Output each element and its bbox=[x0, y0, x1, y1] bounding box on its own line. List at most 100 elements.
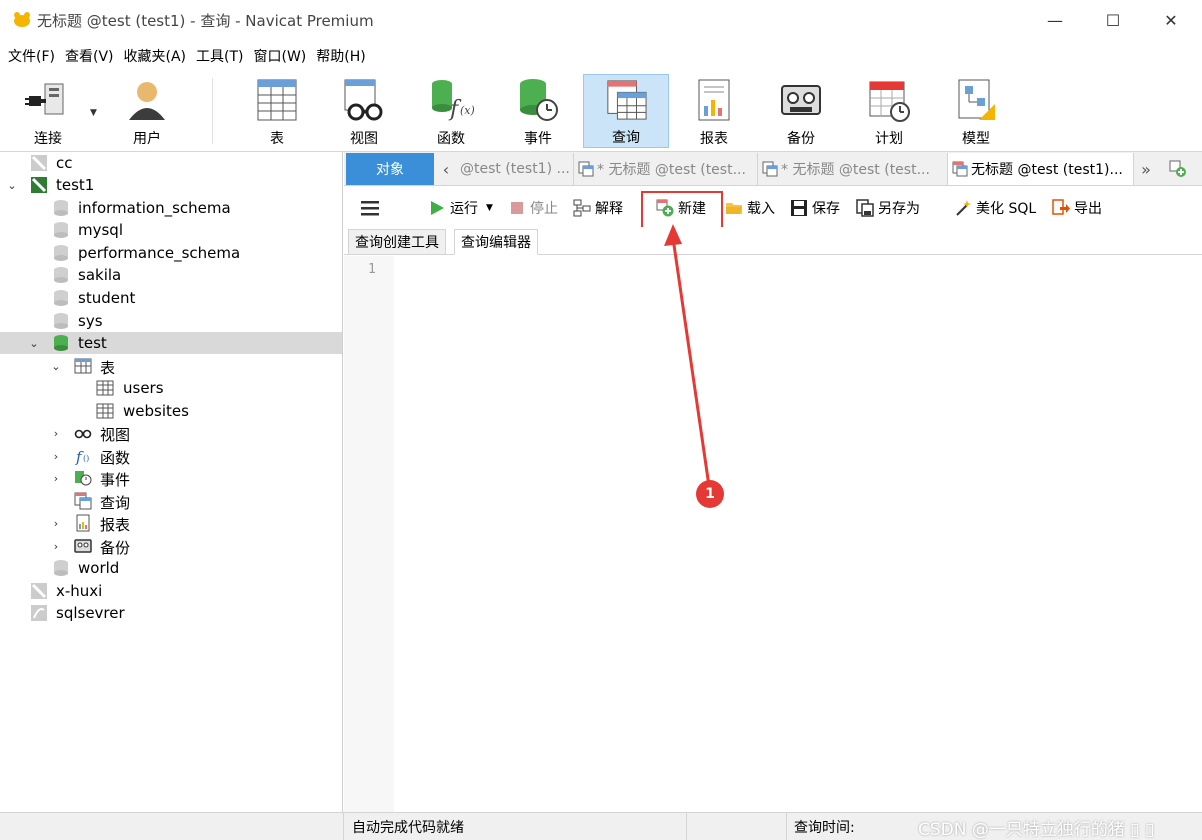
user-icon bbox=[129, 82, 165, 120]
chevron-down-icon[interactable]: ⌄ bbox=[6, 174, 18, 196]
new-query-label: 新建 bbox=[678, 201, 706, 217]
tree-label-test1: test1 bbox=[56, 176, 95, 194]
tab-query-editor[interactable]: 查询编辑器 bbox=[454, 229, 538, 255]
tree-item-reports[interactable]: › 报表 bbox=[0, 512, 342, 534]
function-icon: f (x) bbox=[432, 80, 474, 122]
menu-view[interactable]: 查看(V) bbox=[63, 46, 116, 66]
status-divider bbox=[343, 813, 344, 840]
menu-bar: 文件(F) 查看(V) 收藏夹(A) 工具(T) 窗口(W) 帮助(H) bbox=[0, 40, 1202, 72]
tree-item-student[interactable]: student bbox=[0, 287, 342, 309]
view-label: 视图 bbox=[350, 131, 378, 147]
play-icon bbox=[431, 201, 444, 215]
tree-item-x-huxi[interactable]: x-huxi bbox=[0, 580, 342, 602]
tree-item-world[interactable]: world bbox=[0, 557, 342, 579]
tree-item-websites[interactable]: websites bbox=[0, 400, 342, 422]
schedule-label: 计划 bbox=[875, 131, 903, 147]
tree-item-performance-schema[interactable]: performance_schema bbox=[0, 242, 342, 264]
run-dropdown-icon[interactable]: ▼ bbox=[486, 203, 493, 213]
menu-tools[interactable]: 工具(T) bbox=[194, 46, 245, 66]
cassette-icon bbox=[74, 539, 92, 553]
function-label: 函数 bbox=[437, 131, 465, 147]
report-button[interactable]: 报表 bbox=[671, 74, 757, 148]
menu-window[interactable]: 窗口(W) bbox=[252, 46, 309, 66]
tree-item-information-schema[interactable]: information_schema bbox=[0, 197, 342, 219]
chevron-down-icon[interactable]: ⌄ bbox=[28, 332, 40, 354]
close-button[interactable]: ✕ bbox=[1142, 0, 1200, 40]
user-button[interactable]: 用户 bbox=[104, 74, 190, 148]
connect-dropdown-icon[interactable]: ▼ bbox=[90, 108, 97, 118]
tree-item-tables[interactable]: ⌄ 表 bbox=[0, 355, 342, 377]
title-bar: 无标题 @test (test1) - 查询 - Navicat Premium… bbox=[0, 0, 1202, 40]
database-icon bbox=[54, 200, 68, 216]
tree-item-sakila[interactable]: sakila bbox=[0, 264, 342, 286]
chevron-right-icon[interactable]: › bbox=[50, 422, 62, 444]
export-button[interactable]: 导出 bbox=[1052, 195, 1102, 221]
chevron-right-icon[interactable]: › bbox=[50, 467, 62, 489]
tree-item-sqlsevrer[interactable]: sqlsevrer bbox=[0, 602, 342, 624]
save-button[interactable]: 保存 bbox=[790, 195, 840, 221]
schedule-button[interactable]: 计划 bbox=[846, 74, 932, 148]
tab-query-1[interactable]: @test (test1) ... bbox=[456, 153, 574, 185]
query-button[interactable]: 查询 bbox=[583, 74, 669, 148]
tree-item-backups[interactable]: › 备份 bbox=[0, 535, 342, 557]
query-panel: 对象 ‹ @test (test1) ... * 无标题 @test (test… bbox=[344, 152, 1202, 812]
explain-button[interactable]: 解释 bbox=[573, 195, 623, 221]
minimize-button[interactable]: — bbox=[1026, 0, 1084, 40]
connection-active-icon bbox=[31, 177, 47, 193]
report-icon bbox=[698, 79, 730, 121]
table-icon bbox=[96, 380, 114, 396]
tab-query-builder[interactable]: 查询创建工具 bbox=[348, 229, 446, 255]
menu-file[interactable]: 文件(F) bbox=[6, 46, 57, 66]
view-button[interactable]: 视图 bbox=[321, 74, 407, 148]
backup-button[interactable]: 备份 bbox=[758, 74, 844, 148]
sql-editor[interactable]: 1 bbox=[344, 256, 1202, 812]
tab-query-3[interactable]: * 无标题 @test (test... bbox=[758, 153, 948, 185]
tree-item-sys[interactable]: sys bbox=[0, 310, 342, 332]
sqlserver-connection-icon bbox=[31, 605, 47, 621]
watermark: CSDN @一只特立独行的猪 ▯ ▯ bbox=[918, 819, 1155, 840]
event-button[interactable]: 事件 bbox=[495, 74, 581, 148]
connect-label: 连接 bbox=[34, 131, 62, 147]
tree-item-test[interactable]: ⌄ test bbox=[0, 332, 342, 354]
connect-button[interactable]: 连接 bbox=[8, 74, 88, 148]
tree-item-events[interactable]: › 事件 bbox=[0, 467, 342, 489]
beautify-sql-button[interactable]: 美化 SQL bbox=[954, 195, 1036, 221]
tree-item-cc[interactable]: cc bbox=[0, 152, 342, 174]
svg-text:(x): (x) bbox=[460, 104, 474, 117]
tree-item-users[interactable]: users bbox=[0, 377, 342, 399]
tab-objects[interactable]: 对象 bbox=[346, 153, 434, 185]
chevron-left-icon[interactable]: ‹ bbox=[436, 154, 456, 184]
tree-item-mysql[interactable]: mysql bbox=[0, 219, 342, 241]
table-button[interactable]: 表 bbox=[234, 74, 320, 148]
new-tab-icon[interactable] bbox=[1164, 154, 1192, 184]
chevron-right-icon[interactable]: › bbox=[50, 535, 62, 557]
tab-query-2[interactable]: * 无标题 @test (test... bbox=[574, 153, 758, 185]
chevron-down-icon[interactable]: ⌄ bbox=[50, 355, 62, 377]
chevron-double-right-icon[interactable]: » bbox=[1136, 154, 1156, 184]
menu-help[interactable]: 帮助(H) bbox=[314, 46, 367, 66]
tree-item-views[interactable]: › 视图 bbox=[0, 422, 342, 444]
save-as-button[interactable]: 另存为 bbox=[856, 195, 920, 221]
editor-mode-tabs: 查询创建工具 查询编辑器 bbox=[344, 227, 1202, 255]
maximize-button[interactable]: ☐ bbox=[1084, 0, 1142, 40]
tab-query-active[interactable]: 无标题 @test (test1)... bbox=[948, 153, 1134, 185]
chevron-right-icon[interactable]: › bbox=[50, 512, 62, 534]
function-button[interactable]: f (x) 函数 bbox=[408, 74, 494, 148]
tree-item-test1[interactable]: ⌄ test1 bbox=[0, 174, 342, 196]
tree-label-sqlsevrer: sqlsevrer bbox=[56, 604, 125, 622]
stop-icon bbox=[511, 202, 523, 214]
table-icon bbox=[96, 403, 114, 419]
tree-item-functions[interactable]: › f() 函数 bbox=[0, 445, 342, 467]
tree-item-queries[interactable]: 查询 bbox=[0, 490, 342, 512]
line-number: 1 bbox=[368, 262, 376, 277]
hamburger-menu-icon[interactable] bbox=[360, 195, 380, 221]
menu-favorites[interactable]: 收藏夹(A) bbox=[122, 46, 189, 66]
chevron-right-icon[interactable]: › bbox=[50, 445, 62, 467]
table-icon bbox=[257, 79, 297, 121]
calendar-icon bbox=[869, 81, 910, 122]
stop-button[interactable]: 停止 bbox=[508, 195, 558, 221]
model-button[interactable]: 模型 bbox=[933, 74, 1019, 148]
database-icon bbox=[54, 245, 68, 261]
tree-label-views: 视图 bbox=[100, 426, 131, 444]
run-button[interactable]: 运行 ▼ bbox=[428, 195, 493, 221]
